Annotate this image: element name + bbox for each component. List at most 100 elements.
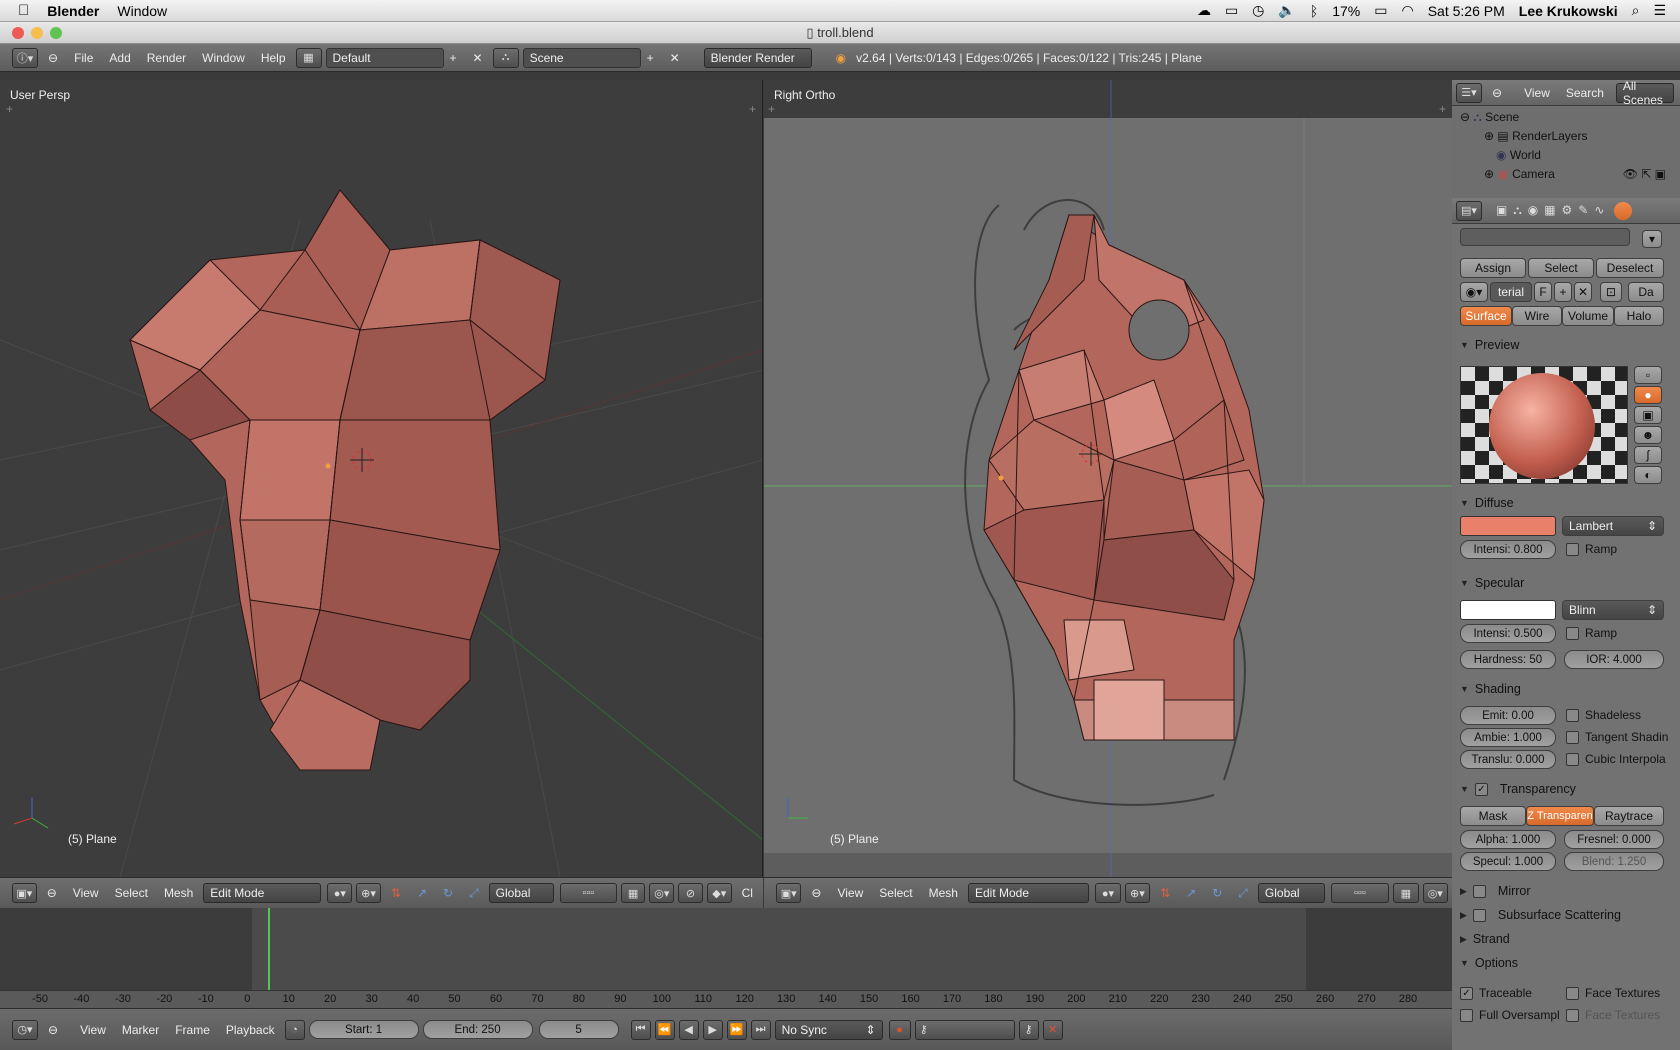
scale-icon[interactable]: ⤢: [1232, 883, 1254, 903]
play-icon[interactable]: ▶: [702, 1019, 723, 1040]
material-name-field[interactable]: terial: [1490, 282, 1532, 302]
add-scene-icon[interactable]: +: [641, 48, 660, 68]
cubic-interpolation-checkbox[interactable]: Cubic Interpola: [1566, 752, 1666, 766]
diffuse-shader-dropdown[interactable]: Lambert ⇕: [1562, 516, 1664, 536]
menu-file[interactable]: File: [68, 48, 99, 68]
timeline-menu-playback[interactable]: Playback: [220, 1020, 281, 1040]
section-preview[interactable]: ▼ Preview: [1460, 338, 1519, 352]
play-reverse-icon[interactable]: ◀: [678, 1019, 699, 1040]
preview-range-icon[interactable]: ◔: [284, 1019, 305, 1040]
editor-type-3dview-icon[interactable]: ▣▾: [776, 883, 802, 903]
slot-dropdown-icon[interactable]: ▾: [1642, 230, 1662, 248]
add-material-icon[interactable]: +: [1554, 282, 1572, 302]
collapse-menu-icon[interactable]: ⊖: [41, 883, 63, 903]
airplay-icon[interactable]: ▭: [1225, 2, 1238, 19]
viewport-right-ortho[interactable]: Right Ortho + + (5) Plane: [764, 80, 1452, 877]
transparency-raytrace-button[interactable]: Raytrace: [1594, 806, 1664, 826]
viewport-user-persp[interactable]: User Persp + + (5) Plane: [0, 80, 763, 877]
clock[interactable]: Sat 5:26 PM: [1428, 3, 1505, 19]
manipulator-icon[interactable]: ⇅: [385, 883, 407, 903]
viewport-right-corner-icon-2[interactable]: +: [768, 102, 775, 116]
unlink-material-icon[interactable]: ✕: [1574, 282, 1592, 302]
fresnel-field[interactable]: Fresnel: 0.000: [1564, 830, 1664, 849]
proportional-edit-icon[interactable]: ◎▾: [1422, 883, 1448, 903]
orientation-dropdown[interactable]: Global: [1257, 883, 1325, 903]
tab-volume[interactable]: Volume: [1562, 306, 1614, 326]
fake-user-button[interactable]: F: [1534, 282, 1552, 302]
rotate-icon[interactable]: ↻: [1206, 883, 1228, 903]
timeline[interactable]: -50 -40 -30 -20 -10 0 10 20 30 40 50 60 70 80 90 100 110…: [0, 908, 1452, 1008]
menu-view[interactable]: View: [831, 883, 869, 903]
menu-window[interactable]: Window: [117, 3, 167, 19]
timeline-menu-view[interactable]: View: [74, 1020, 112, 1040]
wifi-icon[interactable]: ◠: [1402, 2, 1414, 19]
specular-shader-dropdown[interactable]: Blinn ⇕: [1562, 600, 1664, 620]
transparency-mask-button[interactable]: Mask: [1460, 806, 1526, 826]
outliner-item-scene[interactable]: ⊖ ⛬ Scene: [1460, 108, 1672, 127]
outliner-menu-view[interactable]: View: [1518, 83, 1556, 103]
ior-field[interactable]: IOR: 4.000: [1564, 650, 1664, 669]
menu-render[interactable]: Render: [141, 48, 192, 68]
tab-wire[interactable]: Wire: [1512, 306, 1562, 326]
snap-element-icon[interactable]: ◆▾: [706, 883, 732, 903]
menu-select[interactable]: Select: [873, 883, 918, 903]
screen-layout-field[interactable]: Default: [325, 47, 444, 68]
menu-app-name[interactable]: Blender: [47, 3, 99, 19]
section-shading[interactable]: ▼ Shading: [1460, 682, 1521, 696]
menu-select[interactable]: Select: [109, 883, 154, 903]
render-engine-dropdown[interactable]: Blender Render: [703, 47, 812, 68]
insert-keyframe-icon[interactable]: ⚷: [1018, 1019, 1039, 1040]
traceable-checkbox[interactable]: ✓ Traceable: [1460, 986, 1532, 1000]
face-textures-checkbox[interactable]: Face Textures: [1566, 986, 1660, 1000]
remove-scene-icon[interactable]: ✕: [664, 48, 686, 68]
data-link-dropdown[interactable]: Da: [1628, 282, 1664, 302]
specular-alpha-field[interactable]: Specul: 1.000: [1460, 852, 1556, 871]
face-textures-alpha-checkbox[interactable]: Face Textures: [1566, 1008, 1660, 1022]
transparency-ztransp-button[interactable]: Z Transparen: [1526, 806, 1594, 826]
mode-dropdown[interactable]: Edit Mode: [203, 883, 322, 903]
rotate-icon[interactable]: ↻: [437, 883, 459, 903]
section-mirror[interactable]: ▶ Mirror: [1460, 884, 1531, 898]
timeline-menu-marker[interactable]: Marker: [116, 1020, 165, 1040]
menu-mesh[interactable]: Mesh: [923, 883, 964, 903]
spotlight-icon[interactable]: ⌕: [1632, 2, 1640, 19]
bluetooth-icon[interactable]: ᛒ: [1310, 3, 1318, 19]
collapse-menu-icon[interactable]: ⊖: [1486, 83, 1508, 103]
timeline-ruler[interactable]: -50 -40 -30 -20 -10 0 10 20 30 40 50 60 70 80 90 100 110…: [0, 990, 1452, 1008]
translate-icon[interactable]: ↗: [411, 883, 433, 903]
jump-next-keyframe-icon[interactable]: ⏩: [726, 1019, 747, 1040]
hardness-field[interactable]: Hardness: 50: [1460, 650, 1556, 669]
minimize-window-icon[interactable]: [31, 27, 43, 39]
material-tab-icon[interactable]: [1614, 201, 1633, 220]
select-mode-icons[interactable]: ▫▫▫: [1330, 883, 1390, 903]
translucency-field[interactable]: Translu: 0.000: [1460, 750, 1556, 769]
alpha-field[interactable]: Alpha: 1.000: [1460, 830, 1556, 849]
menu-view[interactable]: View: [67, 883, 105, 903]
menu-help[interactable]: Help: [255, 48, 292, 68]
tab-surface[interactable]: Surface: [1460, 306, 1512, 326]
scale-icon[interactable]: ⤢: [463, 883, 485, 903]
ambient-field[interactable]: Ambie: 1.000: [1460, 728, 1556, 747]
screen-layout-icon[interactable]: ▦: [295, 47, 322, 68]
specular-intensity-slider[interactable]: Intensi: 0.500: [1460, 624, 1556, 643]
material-browse-icon[interactable]: ◉▾: [1460, 282, 1488, 302]
end-frame-field[interactable]: End: 250: [422, 1020, 533, 1039]
blend-field[interactable]: Blend: 1.250: [1564, 852, 1664, 871]
snap-icon[interactable]: ⊘: [678, 883, 703, 903]
translate-icon[interactable]: ↗: [1180, 883, 1202, 903]
editor-type-3dview-icon[interactable]: ▣▾: [12, 883, 37, 903]
section-subsurface-scattering[interactable]: ▶ Subsurface Scattering: [1460, 908, 1621, 922]
jump-prev-keyframe-icon[interactable]: ⏪: [654, 1019, 675, 1040]
outliner-item-world[interactable]: ◉ World: [1460, 146, 1672, 165]
emit-field[interactable]: Emit: 0.00: [1460, 706, 1556, 725]
add-screen-icon[interactable]: +: [444, 48, 463, 68]
select-mode-icons[interactable]: ▫▫▫: [559, 883, 617, 903]
collapse-menu-icon[interactable]: ⊖: [42, 48, 64, 68]
remove-screen-icon[interactable]: ✕: [467, 48, 489, 68]
specular-color-swatch[interactable]: [1460, 600, 1556, 620]
delete-keyframe-icon[interactable]: ✕: [1042, 1019, 1063, 1040]
apple-icon[interactable]: : [18, 2, 29, 19]
outliner-item-renderlayers[interactable]: ⊕ ▤ RenderLayers: [1460, 127, 1672, 146]
collapse-menu-icon[interactable]: ⊖: [42, 1020, 64, 1040]
section-diffuse[interactable]: ▼ Diffuse: [1460, 496, 1514, 510]
